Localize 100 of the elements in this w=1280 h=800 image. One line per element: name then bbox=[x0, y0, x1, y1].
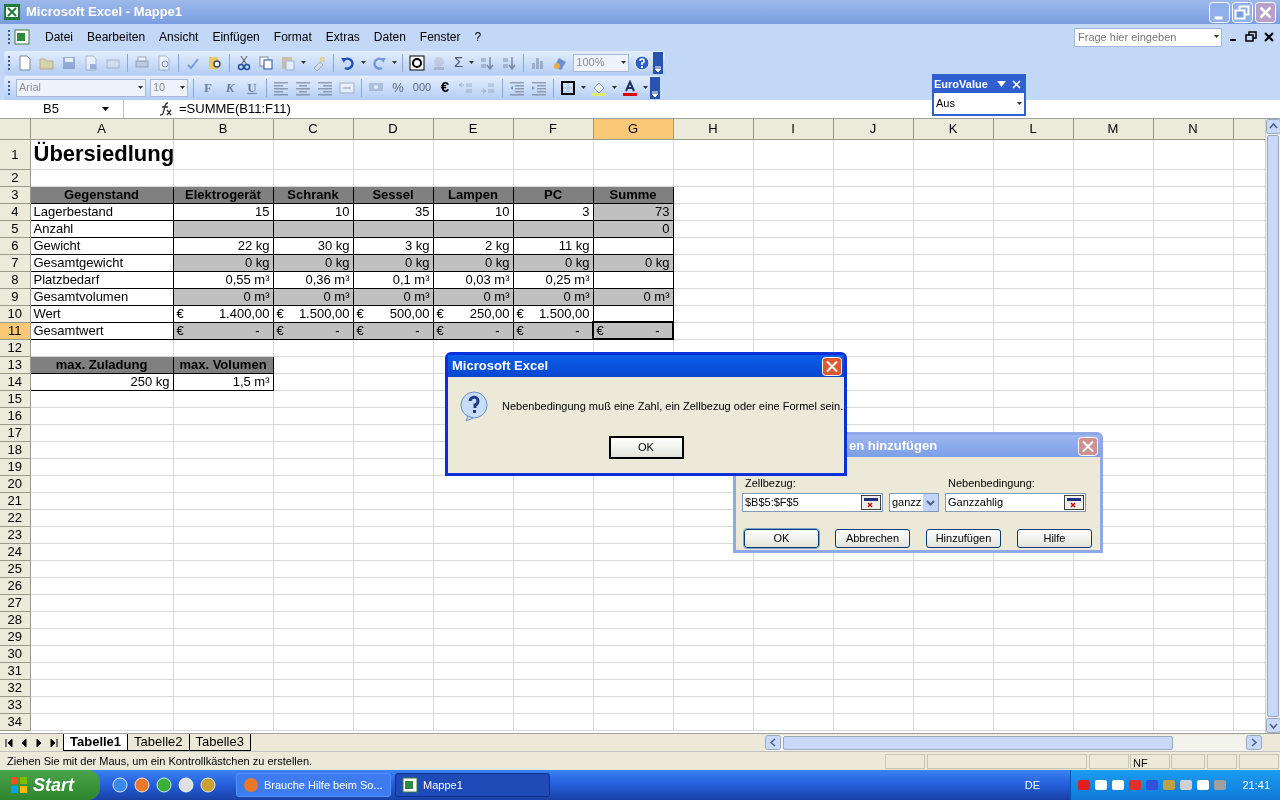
row-header[interactable]: 1 bbox=[0, 139, 30, 169]
toolbar-grip-icon[interactable] bbox=[7, 28, 11, 46]
column-header[interactable]: G bbox=[593, 119, 673, 139]
dropdown-caret-icon[interactable] bbox=[392, 60, 397, 65]
restore-icon[interactable] bbox=[1244, 30, 1258, 44]
copy-icon[interactable] bbox=[258, 54, 274, 71]
currency-symbol: € bbox=[176, 324, 184, 337]
column-header[interactable]: D bbox=[353, 119, 433, 139]
horizontal-scrollbar[interactable] bbox=[765, 734, 1262, 751]
column-header[interactable]: C bbox=[273, 119, 353, 139]
thousands-separator-button[interactable]: 000 bbox=[409, 79, 435, 96]
menu-item[interactable]: Fenster bbox=[412, 28, 468, 46]
workbook-icon bbox=[402, 777, 418, 793]
menu-item[interactable]: Ansicht bbox=[152, 28, 206, 46]
dialog-button[interactable]: Hinzufügen bbox=[926, 529, 1001, 548]
tray-icon[interactable] bbox=[1179, 778, 1193, 792]
column-header[interactable]: K bbox=[913, 119, 993, 139]
dropdown-caret-icon[interactable] bbox=[1214, 35, 1219, 39]
research-icon[interactable] bbox=[207, 54, 223, 71]
scrollbar-thumb[interactable] bbox=[783, 735, 1173, 750]
dropdown-caret-icon[interactable] bbox=[361, 60, 366, 65]
column-header[interactable]: J bbox=[833, 119, 913, 139]
toolbar-options-icon[interactable] bbox=[653, 51, 664, 74]
column-header[interactable]: L bbox=[993, 119, 1073, 139]
borders-icon[interactable] bbox=[560, 79, 576, 96]
dropdown-caret-icon[interactable] bbox=[138, 85, 143, 90]
status-message: Ziehen Sie mit der Maus, um ein Kontrollkästchen zu erstellen. bbox=[6, 753, 314, 769]
sheet-tab[interactable]: Tabelle2 bbox=[127, 734, 190, 751]
menu-item[interactable]: Extras bbox=[318, 28, 367, 46]
percent-button[interactable]: % bbox=[387, 77, 409, 98]
dropdown-caret-icon[interactable] bbox=[581, 85, 586, 90]
help-search-field[interactable]: Frage hier eingeben bbox=[1074, 27, 1222, 47]
dropdown-caret-icon[interactable] bbox=[469, 60, 475, 65]
scroll-down-icon[interactable] bbox=[1266, 718, 1280, 733]
column-header[interactable]: A bbox=[30, 119, 173, 139]
start-button[interactable]: Start bbox=[0, 770, 100, 800]
scroll-left-icon[interactable] bbox=[765, 735, 781, 750]
column-header[interactable]: F bbox=[513, 119, 593, 139]
close-icon[interactable] bbox=[1262, 30, 1276, 44]
font-color-icon[interactable] bbox=[622, 79, 638, 96]
sheet-tab[interactable]: Tabelle3 bbox=[188, 734, 251, 751]
field-label: Nebenbedingung: bbox=[948, 477, 1035, 490]
cut-icon[interactable] bbox=[236, 54, 252, 71]
eurovalue-dropdown[interactable]: Aus bbox=[934, 93, 1024, 114]
scroll-right-icon[interactable] bbox=[1246, 735, 1262, 750]
scroll-up-icon[interactable] bbox=[1266, 119, 1280, 134]
insert-function-icon[interactable] bbox=[159, 102, 173, 116]
tray-icon[interactable] bbox=[1196, 778, 1210, 792]
dropdown-caret-icon[interactable] bbox=[180, 85, 185, 90]
name-box[interactable]: B5 bbox=[0, 100, 124, 118]
menu-item[interactable]: Daten bbox=[366, 28, 413, 46]
help-icon[interactable] bbox=[634, 54, 651, 71]
tray-icon[interactable] bbox=[1111, 778, 1125, 792]
sheet-title: Übersiedlung bbox=[30, 139, 173, 169]
tray-icon[interactable] bbox=[1094, 778, 1108, 792]
menu-item[interactable]: Datei bbox=[38, 28, 80, 46]
toolbar-options-icon[interactable] bbox=[650, 76, 660, 99]
collapse-dialog-icon[interactable] bbox=[1064, 495, 1084, 510]
language-indicator[interactable]: DE bbox=[1024, 776, 1040, 794]
currency-symbol: € bbox=[436, 307, 444, 320]
ok-button[interactable]: OK bbox=[608, 436, 684, 459]
dropdown-caret-icon[interactable] bbox=[102, 107, 109, 111]
first-sheet-icon[interactable] bbox=[3, 736, 15, 749]
dialog-button[interactable]: Hilfe bbox=[1017, 529, 1092, 548]
column-header[interactable]: M bbox=[1073, 119, 1153, 139]
toolbar-grip-icon[interactable] bbox=[7, 53, 11, 72]
column-header[interactable]: H bbox=[673, 119, 753, 139]
column-header[interactable]: B bbox=[173, 119, 273, 139]
workbook-icon[interactable] bbox=[14, 29, 32, 45]
currency-symbol: € bbox=[356, 324, 364, 337]
column-header[interactable]: E bbox=[433, 119, 513, 139]
new-document-icon[interactable] bbox=[17, 54, 33, 71]
euro-button[interactable]: € bbox=[435, 76, 455, 99]
dialog-button[interactable]: OK bbox=[744, 529, 819, 548]
dialog-title: Microsoft Excel bbox=[452, 357, 550, 376]
dropdown-caret-icon[interactable] bbox=[621, 60, 627, 65]
menu-item[interactable]: Einfügen bbox=[205, 28, 267, 46]
cell-value: - bbox=[655, 324, 660, 337]
menu-item[interactable]: Format bbox=[266, 28, 319, 46]
reference-field[interactable]: $B$5:$F$5 bbox=[742, 493, 883, 512]
column-header[interactable]: I bbox=[753, 119, 833, 139]
formula-field[interactable]: =SUMME(B11:F11) bbox=[179, 99, 291, 119]
taskbar-button[interactable]: Mappe1 bbox=[395, 773, 550, 797]
toolbar-grip-icon[interactable] bbox=[7, 78, 11, 97]
dropdown-caret-icon[interactable] bbox=[643, 85, 648, 90]
dropdown-caret-icon[interactable] bbox=[612, 85, 617, 90]
autosum-button[interactable]: Σ bbox=[454, 51, 464, 74]
menu-item[interactable]: Bearbeiten bbox=[80, 28, 153, 46]
column-header[interactable]: N bbox=[1153, 119, 1233, 139]
taskbar-button[interactable]: Brauche Hilfe beim So... bbox=[236, 773, 391, 797]
vertical-scrollbar[interactable] bbox=[1265, 119, 1280, 733]
sheet-tab[interactable]: Tabelle1 bbox=[63, 734, 129, 751]
dialog-button[interactable]: Abbrechen bbox=[835, 529, 910, 548]
operator-dropdown[interactable]: ganzz bbox=[889, 493, 939, 512]
reference-field[interactable]: Ganzzahlig bbox=[945, 493, 1086, 512]
dropdown-caret-icon[interactable] bbox=[301, 60, 306, 65]
last-sheet-icon[interactable] bbox=[48, 736, 60, 749]
collapse-dialog-icon[interactable] bbox=[861, 495, 881, 510]
menu-item[interactable]: ? bbox=[467, 28, 489, 46]
undo-icon[interactable] bbox=[340, 54, 356, 71]
